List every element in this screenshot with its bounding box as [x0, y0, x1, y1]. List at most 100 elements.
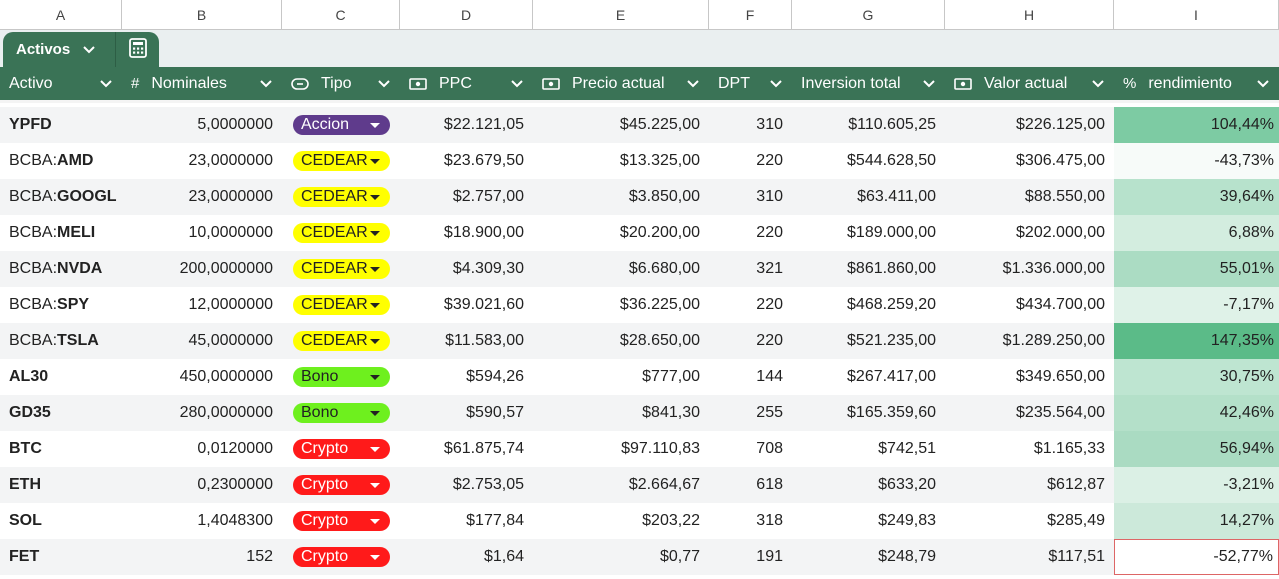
cell-dpt[interactable]: 220: [709, 143, 792, 179]
cell-activo[interactable]: GD35: [0, 395, 122, 431]
type-dropdown-chip[interactable]: Bono: [293, 367, 390, 387]
type-dropdown-chip[interactable]: CEDEAR: [293, 187, 390, 207]
cell-nominales[interactable]: 5,0000000: [122, 107, 282, 143]
cell-rendimiento[interactable]: 42,46%: [1114, 395, 1279, 431]
cell-rendimiento[interactable]: 104,44%: [1114, 107, 1279, 143]
cell-ppc[interactable]: $11.583,00: [400, 323, 533, 359]
cell-precio-actual[interactable]: $45.225,00: [533, 107, 709, 143]
cell-valor-actual[interactable]: $226.125,00: [945, 107, 1114, 143]
header-tipo[interactable]: Tipo: [282, 67, 400, 100]
cell-valor-actual[interactable]: $1.165,33: [945, 431, 1114, 467]
cell-tipo[interactable]: CEDEAR: [282, 251, 400, 287]
cell-inversion-total[interactable]: $267.417,00: [792, 359, 945, 395]
cell-activo[interactable]: FET: [0, 539, 122, 575]
cell-dpt[interactable]: 220: [709, 323, 792, 359]
cell-ppc[interactable]: $594,26: [400, 359, 533, 395]
cell-activo[interactable]: BCBA: GOOGL: [0, 179, 122, 215]
cell-dpt[interactable]: 191: [709, 539, 792, 575]
cell-inversion-total[interactable]: $165.359,60: [792, 395, 945, 431]
cell-nominales[interactable]: 450,0000000: [122, 359, 282, 395]
cell-ppc[interactable]: $2.757,00: [400, 179, 533, 215]
cell-activo[interactable]: BCBA: TSLA: [0, 323, 122, 359]
header-ppc[interactable]: PPC: [400, 67, 533, 100]
cell-inversion-total[interactable]: $861.860,00: [792, 251, 945, 287]
cell-precio-actual[interactable]: $3.850,00: [533, 179, 709, 215]
cell-tipo[interactable]: Crypto: [282, 467, 400, 503]
cell-activo[interactable]: ETH: [0, 467, 122, 503]
cell-precio-actual[interactable]: $13.325,00: [533, 143, 709, 179]
cell-nominales[interactable]: 12,0000000: [122, 287, 282, 323]
cell-valor-actual[interactable]: $434.700,00: [945, 287, 1114, 323]
header-valor-actual[interactable]: Valor actual: [945, 67, 1114, 100]
cell-ppc[interactable]: $22.121,05: [400, 107, 533, 143]
cell-precio-actual[interactable]: $6.680,00: [533, 251, 709, 287]
cell-precio-actual[interactable]: $841,30: [533, 395, 709, 431]
type-dropdown-chip[interactable]: CEDEAR: [293, 223, 390, 243]
cell-precio-actual[interactable]: $36.225,00: [533, 287, 709, 323]
cell-nominales[interactable]: 45,0000000: [122, 323, 282, 359]
cell-nominales[interactable]: 0,2300000: [122, 467, 282, 503]
cell-nominales[interactable]: 23,0000000: [122, 143, 282, 179]
cell-valor-actual[interactable]: $1.336.000,00: [945, 251, 1114, 287]
cell-ppc[interactable]: $4.309,30: [400, 251, 533, 287]
cell-precio-actual[interactable]: $20.200,00: [533, 215, 709, 251]
cell-inversion-total[interactable]: $468.259,20: [792, 287, 945, 323]
cell-dpt[interactable]: 318: [709, 503, 792, 539]
cell-inversion-total[interactable]: $110.605,25: [792, 107, 945, 143]
column-letter-d[interactable]: D: [400, 0, 533, 29]
cell-precio-actual[interactable]: $777,00: [533, 359, 709, 395]
cell-nominales[interactable]: 152: [122, 539, 282, 575]
cell-rendimiento[interactable]: 39,64%: [1114, 179, 1279, 215]
cell-tipo[interactable]: CEDEAR: [282, 323, 400, 359]
type-dropdown-chip[interactable]: Crypto: [293, 547, 390, 567]
cell-rendimiento[interactable]: -43,73%: [1114, 143, 1279, 179]
header-dpt[interactable]: DPT: [709, 67, 792, 100]
cell-precio-actual[interactable]: $2.664,67: [533, 467, 709, 503]
cell-ppc[interactable]: $590,57: [400, 395, 533, 431]
cell-dpt[interactable]: 255: [709, 395, 792, 431]
cell-precio-actual[interactable]: $28.650,00: [533, 323, 709, 359]
cell-ppc[interactable]: $2.753,05: [400, 467, 533, 503]
cell-rendimiento[interactable]: 30,75%: [1114, 359, 1279, 395]
cell-rendimiento[interactable]: -7,17%: [1114, 287, 1279, 323]
cell-dpt[interactable]: 220: [709, 287, 792, 323]
cell-activo[interactable]: SOL: [0, 503, 122, 539]
cell-rendimiento[interactable]: 56,94%: [1114, 431, 1279, 467]
cell-tipo[interactable]: Crypto: [282, 503, 400, 539]
cell-tipo[interactable]: CEDEAR: [282, 215, 400, 251]
cell-inversion-total[interactable]: $521.235,00: [792, 323, 945, 359]
cell-rendimiento[interactable]: 55,01%: [1114, 251, 1279, 287]
cell-ppc[interactable]: $177,84: [400, 503, 533, 539]
column-letter-c[interactable]: C: [282, 0, 400, 29]
cell-tipo[interactable]: Accion: [282, 107, 400, 143]
type-dropdown-chip[interactable]: Crypto: [293, 439, 390, 459]
type-dropdown-chip[interactable]: CEDEAR: [293, 259, 390, 279]
cell-tipo[interactable]: Bono: [282, 359, 400, 395]
cell-rendimiento[interactable]: 6,88%: [1114, 215, 1279, 251]
cell-rendimiento[interactable]: -3,21%: [1114, 467, 1279, 503]
cell-ppc[interactable]: $23.679,50: [400, 143, 533, 179]
cell-ppc[interactable]: $39.021,60: [400, 287, 533, 323]
cell-ppc[interactable]: $1,64: [400, 539, 533, 575]
header-nominales[interactable]: # Nominales: [122, 67, 282, 100]
cell-valor-actual[interactable]: $88.550,00: [945, 179, 1114, 215]
cell-nominales[interactable]: 1,4048300: [122, 503, 282, 539]
cell-inversion-total[interactable]: $63.411,00: [792, 179, 945, 215]
cell-inversion-total[interactable]: $248,79: [792, 539, 945, 575]
cell-activo[interactable]: BTC: [0, 431, 122, 467]
cell-rendimiento[interactable]: 14,27%: [1114, 503, 1279, 539]
cell-activo[interactable]: BCBA: MELI: [0, 215, 122, 251]
cell-precio-actual[interactable]: $203,22: [533, 503, 709, 539]
cell-activo[interactable]: BCBA: NVDA: [0, 251, 122, 287]
cell-dpt[interactable]: 144: [709, 359, 792, 395]
cell-dpt[interactable]: 310: [709, 107, 792, 143]
header-activo[interactable]: Activo: [0, 67, 122, 100]
cell-rendimiento[interactable]: -52,77%: [1114, 539, 1279, 575]
cell-valor-actual[interactable]: $612,87: [945, 467, 1114, 503]
cell-tipo[interactable]: Crypto: [282, 539, 400, 575]
cell-valor-actual[interactable]: $202.000,00: [945, 215, 1114, 251]
cell-valor-actual[interactable]: $285,49: [945, 503, 1114, 539]
cell-valor-actual[interactable]: $349.650,00: [945, 359, 1114, 395]
header-rendimiento[interactable]: % rendimiento: [1114, 67, 1279, 100]
cell-nominales[interactable]: 280,0000000: [122, 395, 282, 431]
